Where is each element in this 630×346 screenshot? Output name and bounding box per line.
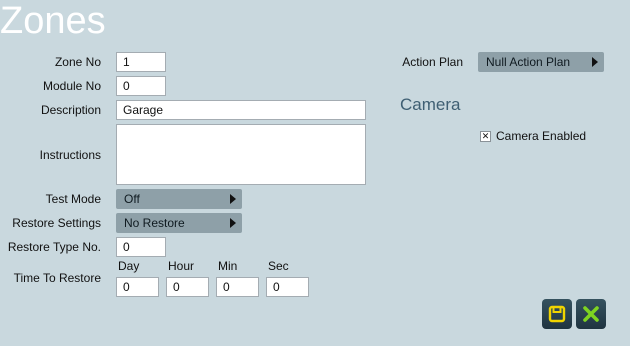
min-input[interactable] [216, 277, 259, 297]
restore-type-label: Restore Type No. [7, 240, 101, 254]
save-button[interactable] [542, 299, 572, 329]
hour-input[interactable] [166, 277, 209, 297]
save-icon [548, 305, 566, 323]
description-label: Description [40, 103, 101, 117]
test-mode-value: Off [124, 192, 140, 206]
chevron-right-icon [592, 57, 598, 67]
camera-heading: Camera [400, 95, 461, 114]
module-no-label: Module No [42, 79, 101, 93]
sec-input[interactable] [266, 277, 309, 297]
test-mode-select[interactable]: Off [116, 189, 242, 209]
chevron-right-icon [230, 218, 236, 228]
hour-label: Hour [168, 259, 195, 273]
action-plan-label: Action Plan [402, 55, 463, 69]
restore-settings-label: Restore Settings [12, 216, 101, 230]
instructions-label: Instructions [39, 148, 101, 162]
restore-settings-value: No Restore [124, 216, 185, 230]
min-label: Min [218, 259, 238, 273]
page-title: Zones [0, 0, 106, 42]
instructions-textarea[interactable] [116, 124, 366, 185]
description-input[interactable] [116, 100, 366, 120]
restore-settings-select[interactable]: No Restore [116, 213, 242, 233]
zone-no-input[interactable] [116, 52, 166, 72]
time-to-restore-label: Time To Restore [13, 271, 101, 285]
cancel-button[interactable] [576, 299, 606, 329]
restore-type-input[interactable] [116, 237, 166, 257]
sec-label: Sec [268, 259, 289, 273]
chevron-right-icon [230, 194, 236, 204]
day-label: Day [118, 259, 140, 273]
day-input[interactable] [116, 277, 159, 297]
zone-no-label: Zone No [54, 55, 101, 69]
action-plan-select[interactable]: Null Action Plan [478, 52, 604, 72]
action-plan-value: Null Action Plan [486, 55, 571, 69]
camera-enabled-checkbox[interactable]: ✕ [480, 131, 491, 142]
module-no-input[interactable] [116, 76, 166, 96]
test-mode-label: Test Mode [45, 192, 101, 206]
close-icon [583, 306, 599, 322]
camera-enabled-label: Camera Enabled [496, 129, 587, 143]
